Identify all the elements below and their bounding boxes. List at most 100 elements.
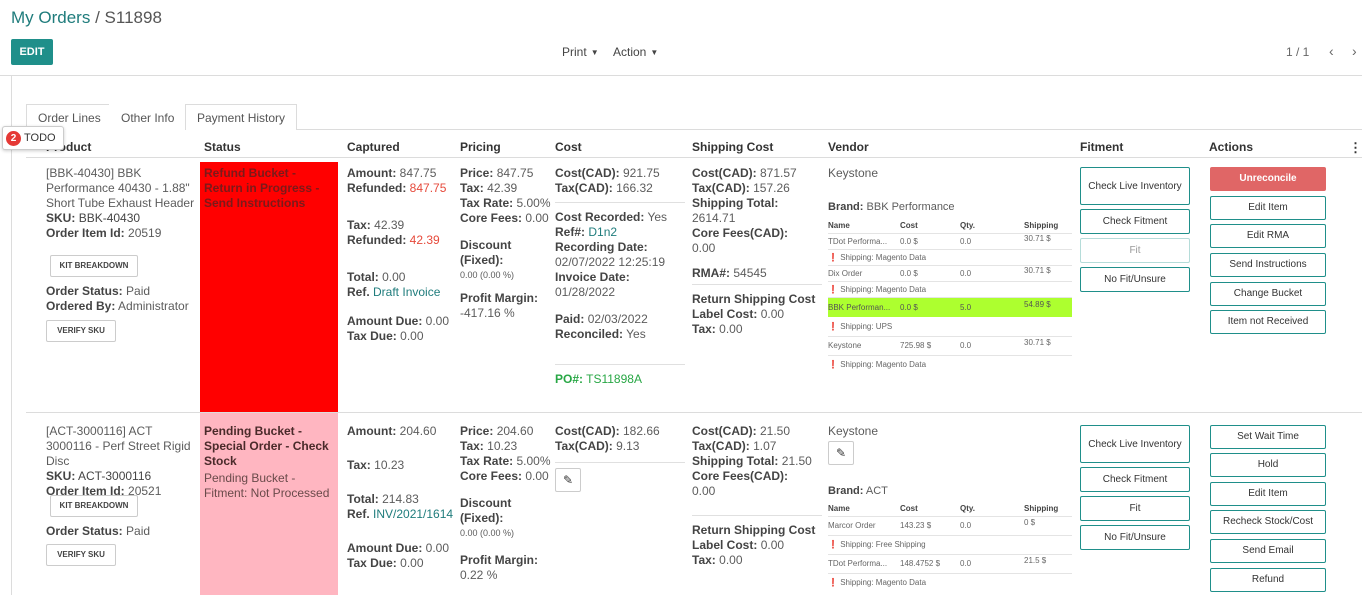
product-name: [BBK-40430] BBK Performance 40430 - 1.88… <box>46 166 195 210</box>
todo-widget[interactable]: 2 TODO <box>2 126 64 150</box>
vendor-line[interactable]: Marcor Order 143.23 $ 0.0 0 $ <box>828 517 1072 535</box>
amount-due-label: Amount Due: <box>347 541 423 555</box>
vl-note: Shipping: Magento Data <box>840 285 927 294</box>
check-live-inventory-button[interactable]: Check Live Inventory <box>1080 167 1190 205</box>
ship-core-value: 0.00 <box>692 484 716 498</box>
action-label: Action <box>613 45 647 59</box>
recording-date-value: 02/07/2022 12:25:19 <box>555 255 666 269</box>
vendor-table: Name Cost Qty. Shipping Marcor Order 143… <box>828 501 1072 595</box>
price-label: Price: <box>460 424 494 438</box>
edit-item-button[interactable]: Edit Item <box>1210 482 1326 506</box>
col-cost[interactable]: Cost <box>555 140 582 154</box>
kit-breakdown-button[interactable]: KIT BREAKDOWN <box>50 255 138 277</box>
fit-button[interactable]: Fit <box>1080 238 1190 263</box>
check-fitment-button[interactable]: Check Fitment <box>1080 209 1190 234</box>
col-captured[interactable]: Captured <box>347 140 400 154</box>
ship-core-label: Core Fees(CAD): <box>692 226 789 240</box>
breadcrumb-parent-link[interactable]: My Orders <box>11 8 90 27</box>
vl-cost: 0.0 $ <box>900 269 918 278</box>
pricing-block: Price: 204.60 Tax: 10.23 Tax Rate: 5.00%… <box>460 424 555 583</box>
no-fit-unsure-button[interactable]: No Fit/Unsure <box>1080 525 1190 550</box>
tax-due-value: 0.00 <box>400 556 424 570</box>
ship-total-label: Shipping Total: <box>692 196 779 210</box>
vendor-line[interactable]: Dix Order 0.0 $ 0.0 30.71 $ <box>828 266 1072 281</box>
tab-payment-history[interactable]: Payment History <box>185 104 298 130</box>
chevron-left-icon[interactable]: ‹ <box>1329 43 1334 59</box>
pencil-icon[interactable]: ✎ <box>555 468 581 492</box>
status-text: Refund Bucket - Return in Progress - Sen… <box>204 166 320 210</box>
col-status[interactable]: Status <box>204 140 241 154</box>
send-instructions-button[interactable]: Send Instructions <box>1210 253 1326 277</box>
brand-label: Brand: <box>828 201 864 213</box>
cost-block: Cost(CAD): 921.75 Tax(CAD): 166.32 <box>555 166 685 196</box>
set-wait-time-button[interactable]: Set Wait Time <box>1210 425 1326 449</box>
col-actions[interactable]: Actions <box>1209 140 1253 154</box>
cost-tax-label: Tax(CAD): <box>555 181 613 195</box>
total-value: 214.83 <box>382 492 419 506</box>
kit-breakdown-button[interactable]: KIT BREAKDOWN <box>50 495 138 517</box>
tax-due-label: Tax Due: <box>347 329 397 343</box>
action-menu[interactable]: Action ▼ <box>613 45 658 59</box>
breadcrumb-current: S11898 <box>104 8 162 27</box>
edit-rma-button[interactable]: Edit RMA <box>1210 224 1326 248</box>
ship-cost-value: 871.57 <box>760 166 797 180</box>
edit-item-button[interactable]: Edit Item <box>1210 196 1326 220</box>
status-block: Pending Bucket - Special Order - Check S… <box>204 424 334 501</box>
send-email-button[interactable]: Send Email <box>1210 539 1326 563</box>
item-id-label: Order Item Id: <box>46 226 125 240</box>
ref-label: Ref. <box>347 285 370 299</box>
edit-button[interactable]: EDIT <box>11 39 53 65</box>
no-fit-unsure-button[interactable]: No Fit/Unsure <box>1080 267 1190 292</box>
vl-ship: 30.71 $ <box>1024 266 1051 275</box>
col-shipping-cost[interactable]: Shipping Cost <box>692 140 773 154</box>
vl-qty: 0.0 <box>960 237 972 246</box>
amount-due-value: 0.00 <box>425 314 450 328</box>
cost-ref-link[interactable]: D1n2 <box>588 225 617 239</box>
vendor-line[interactable]: TDot Performa... 148.4752 $ 0.0 21.5 $ <box>828 555 1072 573</box>
verify-sku-button[interactable]: VERIFY SKU <box>46 320 116 342</box>
pager-value[interactable]: 1 / 1 <box>1286 45 1309 59</box>
verify-sku-button[interactable]: VERIFY SKU <box>46 544 116 566</box>
info-icon: ❗ <box>828 285 838 294</box>
chevron-right-icon[interactable]: › <box>1352 43 1357 59</box>
unreconcile-button[interactable]: Unreconcile <box>1210 167 1326 191</box>
fit-button[interactable]: Fit <box>1080 496 1190 521</box>
print-menu[interactable]: Print ▼ <box>562 45 599 59</box>
brand-value: ACT <box>865 485 888 497</box>
col-vendor[interactable]: Vendor <box>828 140 869 154</box>
invoice-ref-link[interactable]: INV/2021/1614 <box>373 507 453 521</box>
item-not-received-button[interactable]: Item not Received <box>1210 310 1326 334</box>
vendor-line[interactable]: TDot Performa... 0.0 $ 0.0 30.71 $ <box>828 234 1072 249</box>
recheck-stock-cost-button[interactable]: Recheck Stock/Cost <box>1210 510 1326 534</box>
tab-other-info[interactable]: Other Info <box>109 104 187 130</box>
invoice-ref-link[interactable]: Draft Invoice <box>373 285 440 299</box>
status-sub-text: Pending Bucket - Fitment: Not Processed <box>204 471 330 500</box>
ship-tax-label: Tax(CAD): <box>692 439 750 453</box>
change-bucket-button[interactable]: Change Bucket <box>1210 282 1326 306</box>
check-fitment-button[interactable]: Check Fitment <box>1080 467 1190 492</box>
pricing-tax-value: 10.23 <box>487 439 518 453</box>
po-value[interactable]: TS11898A <box>586 372 642 386</box>
vendor-line-highlighted[interactable]: BBK Performan... 0.0 $ 5.0 54.89 $ <box>828 298 1072 317</box>
check-live-inventory-button[interactable]: Check Live Inventory <box>1080 425 1190 463</box>
sheet-border <box>11 76 12 595</box>
brand-value: BBK Performance <box>866 201 955 213</box>
cost-block: Cost(CAD): 182.66 Tax(CAD): 9.13 <box>555 424 685 454</box>
cost-value: 182.66 <box>623 424 660 438</box>
vl-ship: 21.5 $ <box>1024 556 1047 565</box>
col-pricing[interactable]: Pricing <box>460 140 501 154</box>
refund-button[interactable]: Refund <box>1210 568 1326 592</box>
todo-label: TODO <box>24 132 56 144</box>
ref-label: Ref. <box>347 507 370 521</box>
table-row-1-product: [BBK-40430] BBK Performance 40430 - 1.88… <box>46 166 196 241</box>
col-fitment[interactable]: Fitment <box>1080 140 1123 154</box>
order-status-label: Order Status: <box>46 524 123 538</box>
vendor-line[interactable]: Keystone 725.98 $ 0.0 30.71 $ <box>828 337 1072 355</box>
vh-name: Name <box>828 221 850 230</box>
price-value: 204.60 <box>496 424 534 438</box>
hold-button[interactable]: Hold <box>1210 453 1326 477</box>
vl-name: BBK Performan... <box>828 303 891 312</box>
label-cost-label: Label Cost: <box>692 307 758 321</box>
optional-columns-icon[interactable]: ⋮ <box>1349 140 1362 156</box>
pencil-icon[interactable]: ✎ <box>828 441 854 465</box>
